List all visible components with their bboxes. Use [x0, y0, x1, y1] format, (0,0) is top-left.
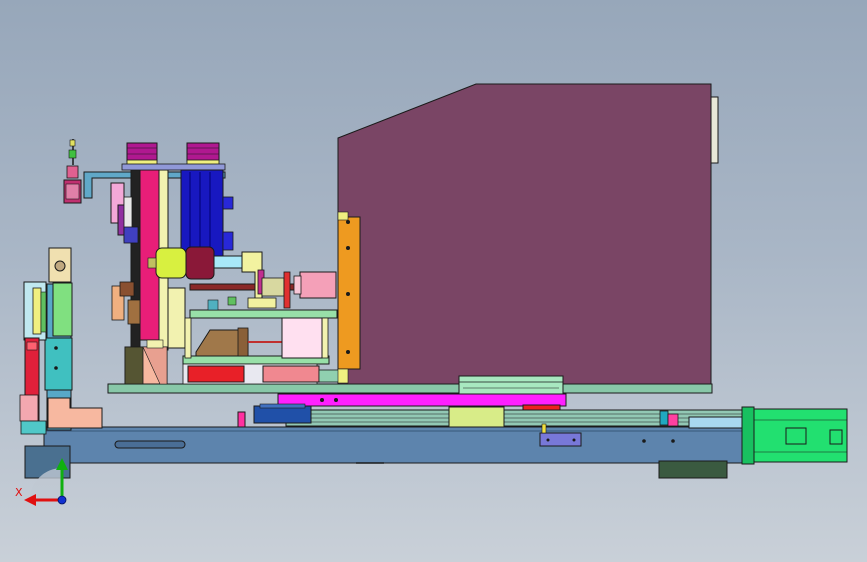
- pink-cylinder-head[interactable]: [293, 271, 337, 299]
- small-sensors-cluster: [207, 296, 237, 311]
- magenta-slider-plate[interactable]: [277, 393, 567, 407]
- lime-roller[interactable]: [147, 246, 245, 280]
- timing-pulley-right[interactable]: [186, 142, 220, 167]
- bottom-red-blocks[interactable]: [182, 363, 340, 385]
- red-cylinder[interactable]: [19, 281, 47, 435]
- servo-motor[interactable]: [741, 406, 848, 465]
- orange-mounting-plate[interactable]: [337, 211, 361, 384]
- enclosure-housing[interactable]: [337, 83, 719, 389]
- main-base-rail[interactable]: [43, 426, 747, 464]
- enclosure-side-tab: [710, 96, 719, 164]
- brown-gear-motor[interactable]: [195, 327, 282, 357]
- blue-stepper-motor[interactable]: [180, 169, 234, 257]
- pink-white-block[interactable]: [281, 317, 323, 359]
- yellow-cam-bracket[interactable]: [241, 251, 291, 309]
- belt-top: [121, 163, 226, 171]
- proximity-sensor[interactable]: [63, 139, 82, 204]
- cad-viewport[interactable]: X: [0, 0, 867, 562]
- assembly-drawing: X: [15, 83, 848, 506]
- lower-left-bracket[interactable]: [124, 346, 168, 385]
- peach-corner-block[interactable]: [47, 397, 103, 429]
- carriage-block[interactable]: [448, 406, 505, 428]
- z-axis-dot: [57, 495, 67, 505]
- green-side-plate[interactable]: [52, 282, 73, 337]
- x-axis-label: X: [15, 486, 23, 499]
- tan-bearing-block[interactable]: [48, 247, 72, 283]
- upper-base-plate[interactable]: [107, 383, 713, 394]
- rail-slot: [114, 440, 186, 449]
- enclosure-panel: [337, 83, 712, 389]
- under-rail-block[interactable]: [658, 460, 728, 479]
- linear-guide-block[interactable]: [458, 375, 564, 395]
- magenta-small-block[interactable]: [237, 411, 246, 428]
- blue-bracket[interactable]: [253, 403, 312, 424]
- timing-pulley-left[interactable]: [126, 142, 158, 167]
